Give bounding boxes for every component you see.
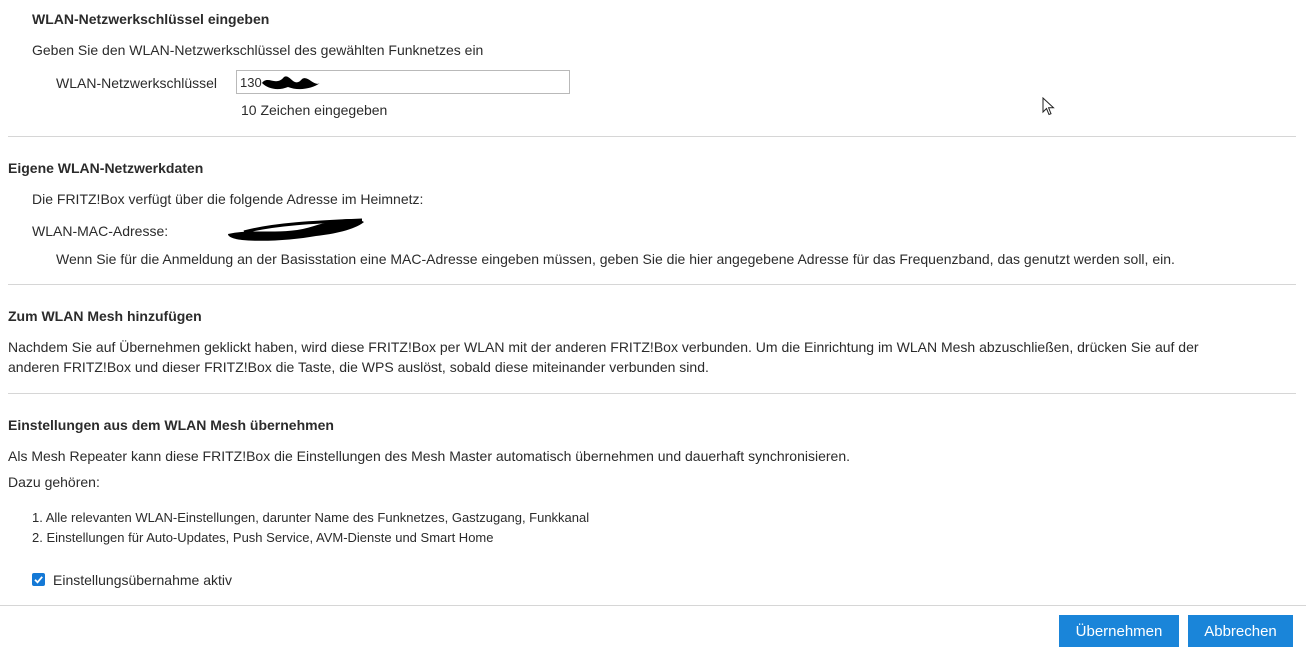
- own-data-heading: Eigene WLAN-Netzwerkdaten: [8, 160, 204, 176]
- section-divider: [8, 136, 1296, 137]
- mouse-cursor-icon: [1042, 97, 1055, 116]
- mac-redaction-scribble: [228, 218, 364, 241]
- redaction-scribble: [262, 76, 320, 90]
- wlan-key-label: WLAN-Netzwerkschlüssel: [56, 75, 218, 91]
- mac-address-hint: Wenn Sie für die Anmeldung an der Basiss…: [56, 251, 1175, 267]
- mesh-add-heading: Zum WLAN Mesh hinzufügen: [8, 308, 202, 324]
- wlan-key-heading: WLAN-Netzwerkschlüssel eingeben: [32, 11, 270, 27]
- section-divider: [8, 284, 1296, 285]
- wlan-key-char-count: 10 Zeichen eingegeben: [241, 102, 388, 118]
- cancel-button[interactable]: Abbrechen: [1188, 615, 1293, 647]
- wlan-mesh-settings-page: WLAN-Netzwerkschlüssel eingeben Geben Si…: [0, 0, 1306, 654]
- mesh-add-text-line1: Nachdem Sie auf Übernehmen geklickt habe…: [8, 339, 1199, 355]
- wlan-key-description: Geben Sie den WLAN-Netzwerkschlüssel des…: [32, 42, 484, 58]
- mesh-settings-heading: Einstellungen aus dem WLAN Mesh übernehm…: [8, 417, 334, 433]
- settings-takeover-label[interactable]: Einstellungsübernahme aktiv: [53, 572, 232, 588]
- own-data-description: Die FRITZ!Box verfügt über die folgende …: [32, 191, 424, 207]
- section-divider: [8, 393, 1296, 394]
- list-item: 1. Alle relevanten WLAN-Einstellungen, d…: [32, 510, 590, 525]
- checkmark-icon: [34, 576, 43, 584]
- settings-takeover-checkbox[interactable]: [32, 573, 45, 586]
- footer-divider: [0, 605, 1306, 606]
- mac-address-label: WLAN-MAC-Adresse:: [32, 223, 169, 239]
- list-item: 2. Einstellungen für Auto-Updates, Push …: [32, 530, 494, 545]
- apply-button[interactable]: Übernehmen: [1059, 615, 1179, 647]
- mesh-add-text-line2: anderen FRITZ!Box und dieser FRITZ!Box d…: [8, 359, 709, 375]
- mesh-settings-description: Als Mesh Repeater kann diese FRITZ!Box d…: [8, 448, 851, 464]
- mesh-settings-includes-label: Dazu gehören:: [8, 474, 100, 490]
